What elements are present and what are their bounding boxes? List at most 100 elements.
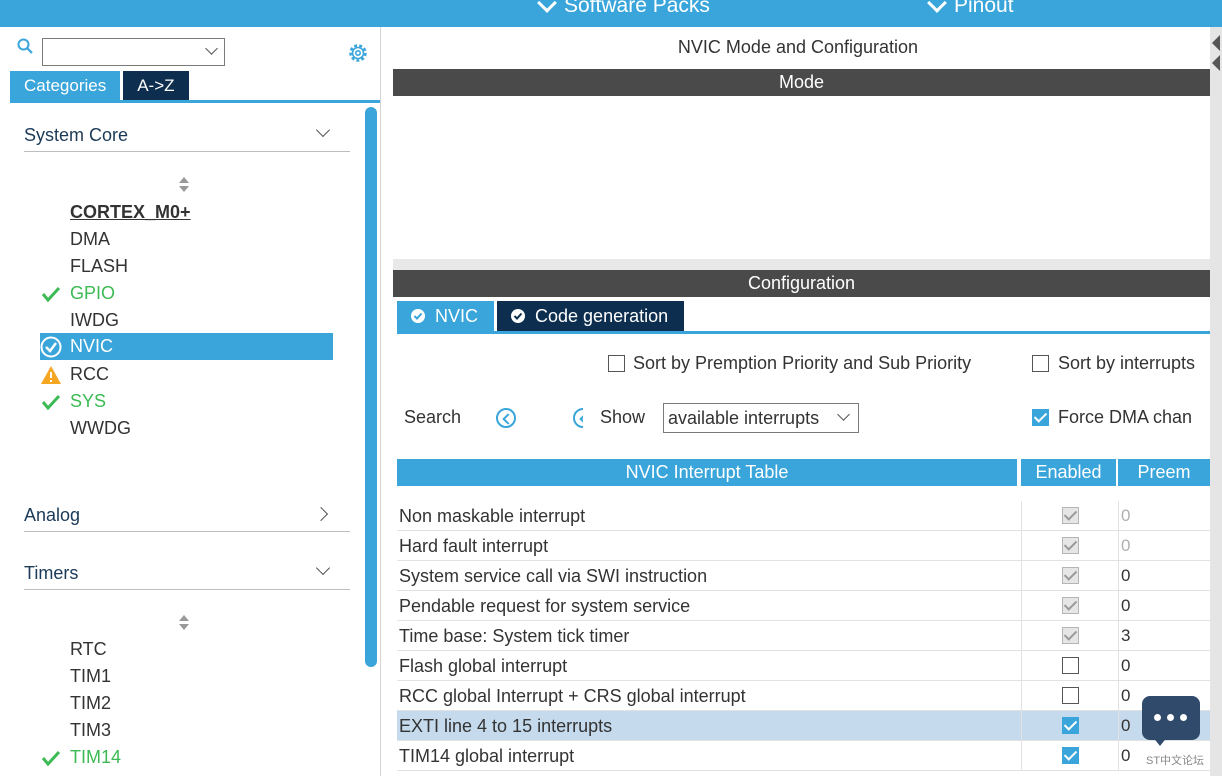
force-dma-label: Force DMA chan <box>1058 407 1193 427</box>
left-scrollbar[interactable] <box>365 107 377 667</box>
tab-underline <box>10 100 380 103</box>
interrupt-name: Flash global interrupt <box>399 656 568 676</box>
interrupt-name: Time base: System tick timer <box>399 626 630 646</box>
chevron-down-icon <box>315 122 331 138</box>
item-label: SYS <box>70 391 107 411</box>
forum-badge[interactable]: ST中文论坛 <box>1138 692 1216 772</box>
check-circle-icon <box>511 309 526 323</box>
list-item-tim14[interactable]: TIM14 <box>40 744 333 771</box>
sort-premption-checkbox[interactable] <box>608 355 625 372</box>
preemption-value[interactable]: 0 <box>1121 681 1130 711</box>
search-row <box>0 33 381 66</box>
gear-icon[interactable] <box>346 41 370 65</box>
section-timers[interactable]: Timers <box>24 545 350 590</box>
show-select[interactable]: available interrupts <box>663 403 859 433</box>
check-circle-icon <box>40 336 62 358</box>
table-row[interactable]: Flash global interrupt 0 <box>397 651 1210 681</box>
list-item-gpio[interactable]: GPIO <box>40 280 333 307</box>
preemption-value[interactable]: 0 <box>1121 561 1130 591</box>
pinout-menu[interactable]: Pinout <box>927 0 1014 18</box>
list-item-wwdg[interactable]: WWDG <box>40 415 333 442</box>
list-item-dma[interactable]: DMA <box>40 226 333 253</box>
item-label: GPIO <box>70 283 116 303</box>
search-prev-icon[interactable] <box>496 408 516 428</box>
category-list: System Core CORTEX_M0+ DMA FLASH GPIO IW… <box>8 107 363 776</box>
right-scrollbar[interactable] <box>1210 27 1222 776</box>
interrupt-name: RCC global Interrupt + CRS global interr… <box>399 686 746 706</box>
list-item-tim2[interactable]: TIM2 <box>40 690 333 717</box>
list-item-rtc[interactable]: RTC <box>40 636 333 663</box>
table-row[interactable]: TIM14 global interrupt 0 <box>397 741 1210 771</box>
left-panel: Categories A->Z System Core CORTEX_M0+ D… <box>0 27 381 776</box>
list-item-tim1[interactable]: TIM1 <box>40 663 333 690</box>
force-dma-checkbox[interactable] <box>1032 409 1049 426</box>
chevron-down-icon <box>537 0 557 13</box>
table-row[interactable]: Pendable request for system service 0 <box>397 591 1210 621</box>
preemption-value[interactable]: 0 <box>1121 651 1130 681</box>
list-item-iwdg[interactable]: IWDG <box>40 307 333 334</box>
list-item-cortex-m0[interactable]: CORTEX_M0+ <box>40 199 333 226</box>
preemption-value[interactable]: 3 <box>1121 621 1130 651</box>
enabled-checkbox <box>1062 507 1079 524</box>
sort-premption-label: Sort by Premption Priority and Sub Prior… <box>633 353 972 373</box>
collapse-arrow-icon[interactable] <box>1212 35 1220 51</box>
list-item-nvic[interactable]: NVIC <box>40 333 333 360</box>
col-header-preemption[interactable]: Preem <box>1118 459 1210 486</box>
table-row[interactable]: System service call via SWI instruction … <box>397 561 1210 591</box>
search-next-icon[interactable] <box>573 408 583 428</box>
table-row[interactable]: Time base: System tick timer 3 <box>397 621 1210 651</box>
search-icon[interactable] <box>17 38 33 54</box>
top-menu-bar: Software Packs Pinout <box>0 0 1222 27</box>
preemption-value[interactable]: 0 <box>1121 591 1130 621</box>
preemption-value[interactable]: 0 <box>1121 711 1130 741</box>
table-row-selected[interactable]: EXTI line 4 to 15 interrupts 0 <box>397 711 1210 741</box>
chevron-down-icon <box>837 408 850 421</box>
section-analog[interactable]: Analog <box>24 487 350 532</box>
enabled-checkbox <box>1062 567 1079 584</box>
item-label: TIM1 <box>70 666 112 686</box>
category-tabs: Categories A->Z <box>10 71 189 100</box>
check-icon <box>41 394 61 411</box>
interrupt-name: System service call via SWI instruction <box>399 566 708 586</box>
chevron-right-icon <box>313 506 329 522</box>
item-label: RTC <box>70 639 107 659</box>
table-row[interactable]: Non maskable interrupt 0 <box>397 501 1210 531</box>
enabled-checkbox[interactable] <box>1062 747 1079 764</box>
sort-arrows-icon[interactable] <box>178 615 190 631</box>
list-item-tim3[interactable]: TIM3 <box>40 717 333 744</box>
item-label: TIM3 <box>70 720 112 740</box>
check-circle-icon <box>411 309 425 323</box>
search-combo[interactable] <box>42 38 225 66</box>
tab-code-generation[interactable]: Code generation <box>497 301 685 331</box>
table-row[interactable]: RCC global Interrupt + CRS global interr… <box>397 681 1210 711</box>
check-icon <box>41 286 61 303</box>
search-label: Search <box>404 407 462 427</box>
item-label: FLASH <box>70 256 129 276</box>
table-row[interactable]: Hard fault interrupt 0 <box>397 531 1210 561</box>
col-header-enabled[interactable]: Enabled <box>1021 459 1116 486</box>
enabled-checkbox[interactable] <box>1062 657 1079 674</box>
enabled-checkbox[interactable] <box>1062 687 1079 704</box>
sort-arrows-icon[interactable] <box>178 177 190 193</box>
collapse-arrow-icon[interactable] <box>1212 55 1220 71</box>
chevron-down-icon <box>315 560 331 576</box>
tab-label: Code generation <box>535 306 669 326</box>
tab-categories[interactable]: Categories <box>10 71 121 100</box>
warning-icon <box>41 366 61 384</box>
preemption-value[interactable]: 0 <box>1121 741 1130 771</box>
tab-label: NVIC <box>435 306 479 326</box>
software-packs-menu[interactable]: Software Packs <box>537 0 710 18</box>
sort-interrupts-checkbox[interactable] <box>1032 355 1049 372</box>
show-label: Show <box>600 407 646 427</box>
tab-nvic[interactable]: NVIC <box>397 301 495 331</box>
list-item-rcc[interactable]: RCC <box>40 361 333 388</box>
item-label: TIM2 <box>70 693 112 713</box>
section-system-core[interactable]: System Core <box>24 107 350 152</box>
list-item-flash[interactable]: FLASH <box>40 253 333 280</box>
list-item-sys[interactable]: SYS <box>40 388 333 415</box>
col-header-interrupt[interactable]: NVIC Interrupt Table <box>397 459 1017 486</box>
enabled-checkbox[interactable] <box>1062 717 1079 734</box>
config-tabs: NVIC Code generation <box>397 301 685 331</box>
tab-a-z[interactable]: A->Z <box>123 71 189 100</box>
splitter[interactable] <box>393 259 1210 270</box>
